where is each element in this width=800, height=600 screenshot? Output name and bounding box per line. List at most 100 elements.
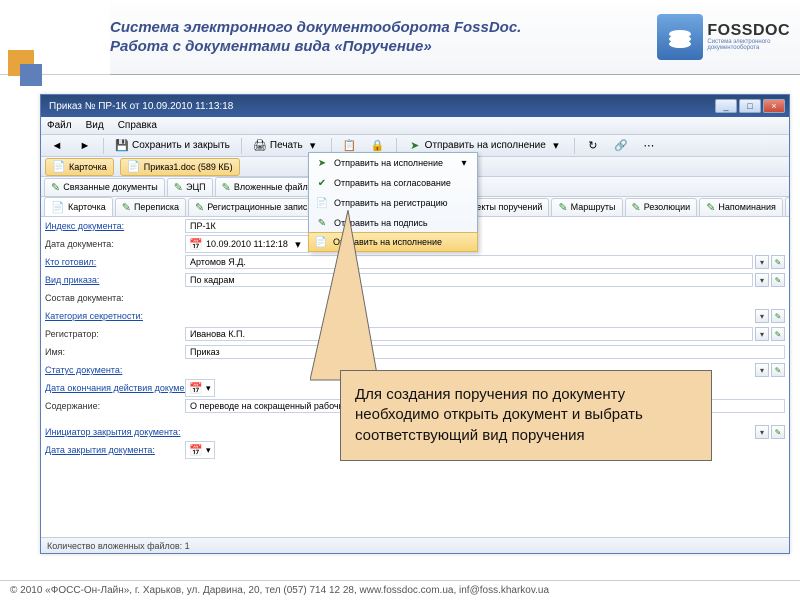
card-icon: 📄 [52,160,66,174]
title-line-1: Система электронного документооборота Fo… [110,18,657,38]
title-line-2: Работа с документами вида «Поручение» [110,37,657,57]
label-initiator[interactable]: Инициатор закрытия документа: [45,427,185,437]
label-expire[interactable]: Дата окончания действия документа: [45,383,185,393]
label-date: Дата документа: [45,239,185,249]
field-index[interactable]: ПР-1К [185,219,315,233]
dd-item-agree[interactable]: ✔Отправить на согласование [309,173,477,193]
refresh-icon: ↻ [586,139,600,153]
doc-icon: 📄 [127,160,141,174]
menu-view[interactable]: Вид [86,120,104,131]
tab-card[interactable]: 📄Карточка [44,197,113,216]
titlebar: Приказ № ПР-1К от 10.09.2010 11:13:18 _ … [41,95,789,117]
dropdown-button[interactable]: ▾ [755,327,769,341]
chevron-down-icon: ▾ [291,237,305,251]
field-date[interactable]: 📅10.09.2010 11:12:18▾ [185,235,309,253]
misc-icon: ⋯ [642,139,656,153]
field-expire[interactable]: 📅▾ [185,379,215,397]
slide-title: Система электронного документооборота Fo… [110,8,657,67]
label-content: Содержание: [45,401,185,411]
calendar-icon: 📅 [189,381,203,395]
card-pill-label: Карточка [69,162,107,172]
save-close-button[interactable]: 💾Сохранить и закрыть [110,137,235,155]
label-secret[interactable]: Категория секретности: [45,311,185,321]
decoration-squares [0,50,42,110]
edit-button[interactable]: ✎ [771,327,785,341]
field-secret[interactable] [185,314,753,318]
chevron-down-icon: ▾ [206,445,211,456]
label-who[interactable]: Кто готовил: [45,257,185,267]
tool-btn-5[interactable]: ⋯ [637,137,661,155]
doc-stack-icon [657,14,703,60]
chevron-down-icon: ▾ [549,139,563,153]
field-close-date[interactable]: 📅▾ [185,441,215,459]
field-name[interactable]: Приказ [185,345,785,359]
file-pill-label: Приказ1.doc (589 КБ) [144,162,233,172]
tab-routes[interactable]: ✎Маршруты [551,198,622,216]
edit-button[interactable]: ✎ [771,425,785,439]
card-pill[interactable]: 📄Карточка [45,158,114,176]
window-title: Приказ № ПР-1К от 10.09.2010 11:13:18 [45,101,715,112]
footer-text: © 2010 «ФОСС-Он-Лайн», г. Харьков, ул. Д… [10,585,549,596]
calendar-icon: 📅 [189,443,203,457]
fwd-icon: ► [78,139,92,153]
close-button[interactable]: × [763,99,785,113]
send-exec-label: Отправить на исполнение [425,140,546,151]
field-reg[interactable]: Иванова К.П. [185,327,753,341]
dropdown-button[interactable]: ▾ [755,425,769,439]
lock-icon: 🔒 [371,139,385,153]
check-icon: ✔ [315,176,329,190]
menu-file[interactable]: Файл [47,120,72,131]
logo-text: FOSSDOC [707,23,790,39]
pencil-icon: ✎ [706,201,715,214]
edit-button[interactable]: ✎ [771,363,785,377]
tab-reg[interactable]: ✎Регистрационные записи [188,198,319,216]
file-pill[interactable]: 📄Приказ1.doc (589 КБ) [120,158,240,176]
tool-btn-3[interactable]: ↻ [581,137,605,155]
back-icon: ◄ [50,139,64,153]
status-bar: Количество вложенных файлов: 1 [41,537,789,553]
menubar: Файл Вид Справка [41,117,789,135]
edit-button[interactable]: ✎ [771,273,785,287]
edit-button[interactable]: ✎ [771,255,785,269]
back-button[interactable]: ◄ [45,137,69,155]
send-icon: ➤ [408,139,422,153]
tab-messages[interactable]: ✎Переписка [115,198,186,216]
print-label: Печать [270,140,303,151]
dropdown-button[interactable]: ▾ [755,255,769,269]
field-who[interactable]: Артомов Я.Д. [185,255,753,269]
tab-resolutions[interactable]: ✎Резолюции [625,198,698,216]
chevron-down-icon: ▾ [206,383,211,394]
pencil-icon: ✎ [558,201,567,214]
menu-help[interactable]: Справка [118,120,157,131]
tab-versions[interactable]: 📙Журнал версий [785,197,789,216]
label-close-date[interactable]: Дата закрытия документа: [45,445,185,455]
dropdown-button[interactable]: ▾ [755,363,769,377]
field-sostav[interactable] [185,296,785,300]
dropdown-button[interactable]: ▾ [755,309,769,323]
edit-button[interactable]: ✎ [771,309,785,323]
pencil-icon: ✎ [174,181,183,194]
chevron-down-icon: ▾ [306,139,320,153]
pencil-icon: ✎ [632,201,641,214]
tool-btn-4[interactable]: 🔗 [609,137,633,155]
pencil-icon: ✎ [122,201,131,214]
chevron-down-icon: ▾ [457,156,471,170]
tab-reminders[interactable]: ✎Напоминания [699,198,783,216]
link-icon: 🔗 [614,139,628,153]
minimize-button[interactable]: _ [715,99,737,113]
label-status[interactable]: Статус документа: [45,365,185,375]
field-kind[interactable]: По кадрам [185,273,753,287]
fwd-button[interactable]: ► [73,137,97,155]
pencil-icon: ✎ [222,181,231,194]
tab-related-docs[interactable]: ✎Связанные документы [44,178,165,196]
dropdown-button[interactable]: ▾ [755,273,769,287]
tool-icon: 📋 [343,139,357,153]
label-reg: Регистратор: [45,329,185,339]
tab-signature[interactable]: ✎ЭЦП [167,178,213,196]
label-kind[interactable]: Вид приказа: [45,275,185,285]
pencil-icon: ✎ [51,181,60,194]
label-index[interactable]: Индекс документа: [45,221,185,231]
maximize-button[interactable]: □ [739,99,761,113]
reg-icon: 📄 [315,196,329,210]
dd-item-exec[interactable]: ➤Отправить на исполнение▾ [309,153,477,173]
